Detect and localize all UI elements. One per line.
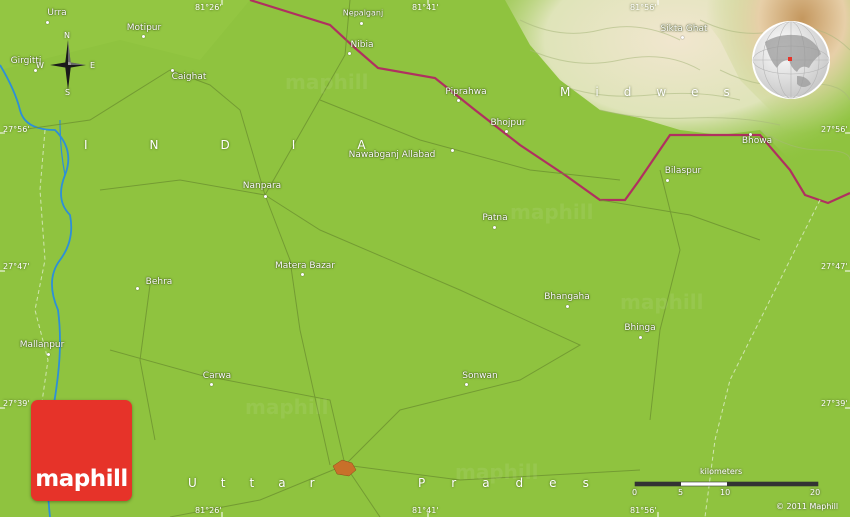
place-marker bbox=[665, 178, 669, 182]
place-marker bbox=[45, 20, 49, 24]
place-marker bbox=[141, 34, 145, 38]
longitude-label-bottom: 81°41' bbox=[412, 506, 439, 515]
latitude-label-left: 27°56' bbox=[3, 125, 30, 134]
place-label-caighat: Caighat bbox=[171, 72, 207, 82]
place-marker bbox=[359, 21, 363, 25]
watermark: maphill bbox=[285, 70, 369, 94]
place-label-bhowa: Bhowa bbox=[741, 136, 773, 146]
place-label-nanpara: Nanpara bbox=[242, 181, 282, 191]
region-label-uttar: Uttar bbox=[188, 476, 315, 490]
place-label-bilaspur: Bilaspur bbox=[664, 166, 702, 176]
place-marker bbox=[565, 304, 569, 308]
region-label-midwest: Midwes bbox=[560, 85, 730, 99]
place-marker bbox=[46, 352, 50, 356]
latitude-label-right: 27°47' bbox=[821, 262, 848, 271]
compass-south: S bbox=[65, 88, 71, 97]
place-label-carwa: Carwa bbox=[202, 371, 232, 381]
watermark: maphill bbox=[510, 200, 594, 224]
region-label-pradesh: Prades bbox=[418, 476, 589, 490]
place-marker bbox=[347, 51, 351, 55]
place-marker bbox=[456, 98, 460, 102]
longitude-label-top: 81°56' bbox=[630, 3, 657, 12]
copyright-notice: © 2011 Maphill bbox=[776, 502, 839, 511]
scale-tick-0: 0 bbox=[632, 488, 638, 497]
longitude-label-top: 81°26' bbox=[195, 3, 222, 12]
place-label-mallanpur: Mallanpur bbox=[19, 340, 65, 350]
place-marker bbox=[638, 335, 642, 339]
place-marker bbox=[504, 129, 508, 133]
place-label-nawabganj-allabad: Nawabganj Allabad bbox=[348, 150, 436, 160]
scale-tick-5: 5 bbox=[678, 488, 684, 497]
place-label-bhinga: Bhinga bbox=[624, 323, 656, 333]
place-marker bbox=[464, 382, 468, 386]
watermark: maphill bbox=[245, 395, 329, 419]
physical-map[interactable]: maphill maphill maphill maphill maphill … bbox=[0, 0, 850, 517]
place-label-piprahwa: Piprahwa bbox=[445, 87, 487, 97]
place-label-motipur: Motipur bbox=[126, 23, 162, 33]
compass-west: W bbox=[36, 61, 44, 70]
latitude-label-right: 27°56' bbox=[821, 125, 848, 134]
scale-title: kilometers bbox=[700, 467, 743, 476]
place-marker bbox=[300, 272, 304, 276]
scale-tick-20: 20 bbox=[810, 488, 821, 497]
place-label-sonwan: Sonwan bbox=[462, 371, 498, 381]
latitude-label-left: 27°39' bbox=[3, 399, 30, 408]
place-marker bbox=[492, 225, 496, 229]
place-label-patna: Patna bbox=[482, 213, 508, 223]
locator-globe bbox=[751, 20, 831, 100]
compass-north: N bbox=[64, 31, 70, 40]
latitude-label-right: 27°39' bbox=[821, 399, 848, 408]
logo-text: maphill bbox=[35, 466, 128, 492]
place-marker bbox=[680, 35, 684, 39]
place-label-matera-bazar: Matera Bazar bbox=[274, 261, 336, 271]
place-marker bbox=[209, 382, 213, 386]
place-label-sikta-ghat: Sikta Ghat bbox=[660, 24, 708, 34]
maphill-logo[interactable]: maphill bbox=[31, 400, 132, 501]
longitude-label-bottom: 81°56' bbox=[630, 506, 657, 515]
place-marker bbox=[135, 286, 139, 290]
place-label-urra: Urra bbox=[47, 8, 67, 18]
place-label-behra: Behra bbox=[145, 277, 173, 287]
globe-icon bbox=[752, 21, 830, 99]
longitude-label-top: 81°41' bbox=[412, 3, 439, 12]
latitude-label-left: 27°47' bbox=[3, 262, 30, 271]
place-label-bhojpur: Bhojpur bbox=[490, 118, 526, 128]
place-label-nepalganj: Nepalganj bbox=[342, 8, 384, 18]
region-label-india: INDIA bbox=[84, 138, 366, 152]
watermark: maphill bbox=[620, 290, 704, 314]
compass-rose: N S E W bbox=[36, 31, 96, 98]
longitude-label-bottom: 81°26' bbox=[195, 506, 222, 515]
place-marker bbox=[450, 148, 454, 152]
scale-tick-10: 10 bbox=[720, 488, 731, 497]
place-marker bbox=[263, 194, 267, 198]
place-label-nibia: Nibia bbox=[350, 40, 374, 50]
place-label-bhangaha: Bhangaha bbox=[544, 292, 590, 302]
scale-bar: kilometers 0 5 10 20 bbox=[630, 466, 820, 506]
compass-east: E bbox=[90, 61, 96, 70]
